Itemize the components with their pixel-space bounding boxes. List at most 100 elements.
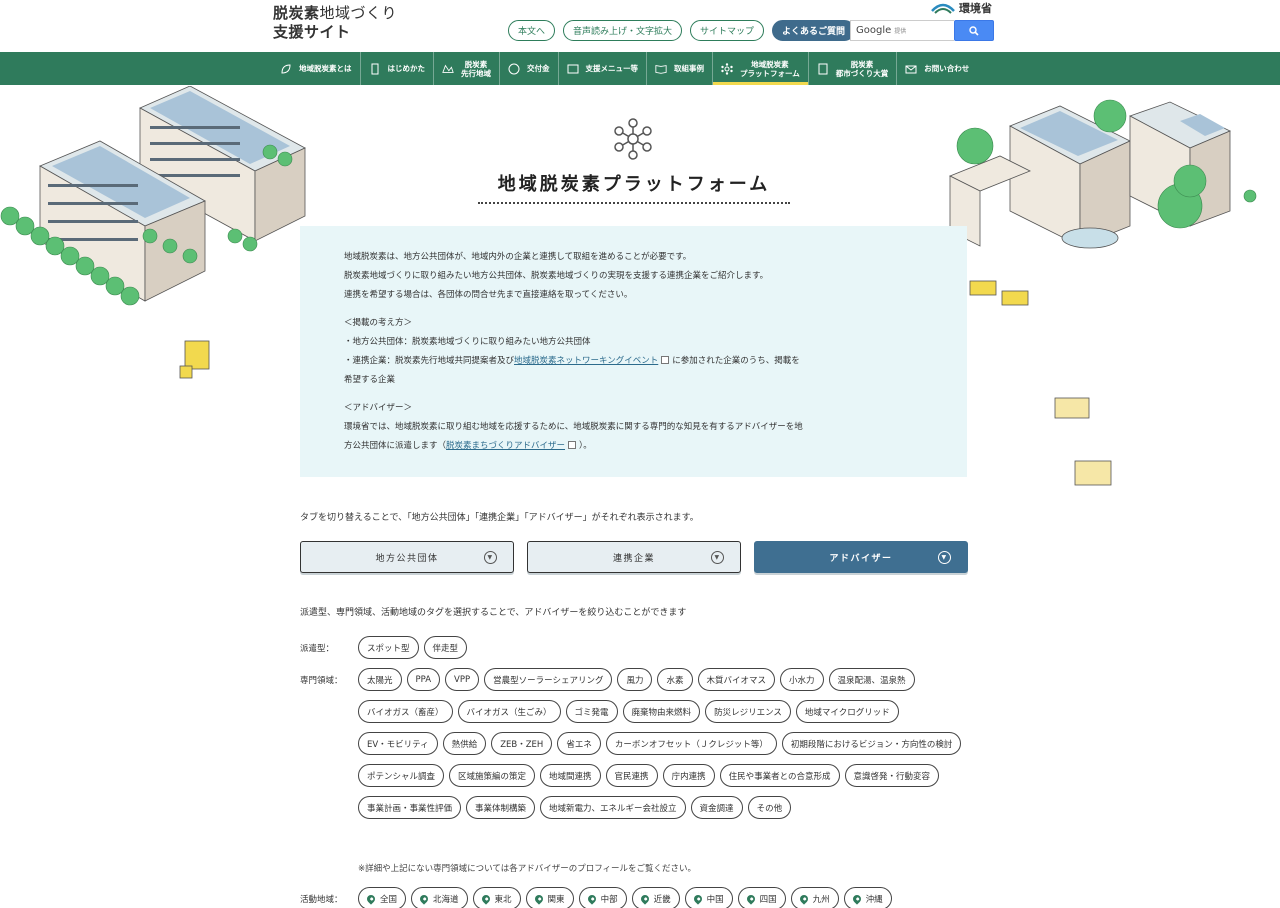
external-link-icon: [661, 356, 670, 364]
chevron-down-icon: ▼: [484, 551, 497, 564]
nav-item-5[interactable]: 取組事例: [647, 52, 713, 85]
location-pin-icon: [479, 892, 492, 905]
nav-item-8[interactable]: お問い合わせ: [897, 52, 977, 85]
advisor-link[interactable]: 脱炭素まちづくりアドバイザー: [446, 441, 565, 451]
nav-item-label: お問い合わせ: [924, 64, 970, 73]
menu-icon: [567, 63, 579, 75]
policy-partner-wrap: 希望する企業: [344, 375, 396, 385]
field-chip[interactable]: 省エネ: [557, 732, 601, 755]
nav-item-7[interactable]: 脱炭素 都市づくり大賞: [809, 52, 898, 85]
field-chip[interactable]: 小水力: [780, 668, 824, 691]
skip-to-content-button[interactable]: 本文へ: [508, 20, 556, 41]
region-chip[interactable]: 近畿: [631, 887, 680, 908]
region-chip[interactable]: 北海道: [411, 887, 468, 908]
field-chip[interactable]: バイオガス（畜産）: [358, 700, 453, 723]
nav-item-0[interactable]: 地域脱炭素とは: [272, 52, 361, 85]
field-chip[interactable]: 意識啓発・行動変容: [844, 764, 940, 787]
chevron-down-icon: ▼: [711, 551, 724, 564]
field-chip[interactable]: PPA: [406, 668, 441, 691]
accessibility-button[interactable]: 音声読み上げ・文字拡大: [563, 20, 683, 41]
location-pin-icon: [365, 892, 377, 905]
location-pin-icon: [744, 892, 757, 905]
field-chip[interactable]: 木質バイオマス: [697, 668, 776, 691]
buildings-illustration-right: [949, 99, 1257, 486]
nav-item-label: 地域脱炭素とは: [299, 64, 352, 73]
field-chip[interactable]: ZEB・ZEH: [491, 732, 553, 755]
policy-partner: ・連携企業：脱炭素先行地域共同提案者及び地域脱炭素ネットワーキングイベント に参加…: [344, 356, 800, 366]
info-box: 地域脱炭素は、地方公共団体が、地域内外の企業と連携して取組を進めることが必要です…: [300, 226, 967, 477]
field-chip[interactable]: その他: [747, 796, 792, 819]
field-chip[interactable]: 営農型ソーラーシェアリング: [484, 668, 613, 691]
book-icon: [369, 63, 381, 75]
chevron-down-icon: ▼: [938, 551, 951, 564]
field-chip[interactable]: ポテンシャル調査: [358, 764, 445, 787]
tab-bar: 地方公共団体 ▼ 連携企業 ▼ アドバイザー ▼: [300, 541, 968, 573]
field-chip[interactable]: 温泉配湯、温泉熱: [828, 668, 915, 691]
field-chip[interactable]: 区域施策編の策定: [449, 764, 536, 787]
coin-icon: [508, 63, 520, 75]
field-chip[interactable]: 庁内連携: [662, 764, 715, 787]
location-pin-icon: [691, 892, 704, 905]
field-chip[interactable]: 廃棄物由来燃料: [622, 700, 701, 723]
search-input[interactable]: Google 提供: [850, 20, 954, 41]
networking-event-link[interactable]: 地域脱炭素ネットワーキングイベント: [514, 356, 658, 366]
region-chip[interactable]: 関東: [525, 887, 574, 908]
leaf-icon: [280, 63, 292, 75]
ministry-logo[interactable]: 環境省: [930, 0, 992, 16]
region-chip[interactable]: 東北: [472, 887, 521, 908]
sitemap-button[interactable]: サイトマップ: [690, 20, 765, 41]
nav-item-3[interactable]: 交付金: [500, 52, 559, 85]
buildings-illustration-left: [0, 86, 306, 379]
field-chip[interactable]: 地域マイクログリッド: [795, 700, 899, 723]
network-icon: [721, 62, 733, 75]
region-chip[interactable]: 九州: [790, 887, 839, 908]
field-chip[interactable]: 住民や事業者との合意形成: [719, 764, 840, 787]
field-chip[interactable]: 地域新電力、エネルギー会社設立: [540, 796, 686, 819]
field-chip[interactable]: 熱供給: [442, 732, 487, 755]
nav-item-label: はじめかた: [387, 64, 426, 73]
nav-item-2[interactable]: 脱炭素 先行地域: [434, 52, 500, 85]
field-chip[interactable]: EV・モビリティ: [358, 732, 438, 755]
field-chip[interactable]: バイオガス（生ごみ）: [457, 700, 561, 723]
faq-button[interactable]: よくあるご質問: [772, 20, 856, 41]
region-chip[interactable]: 中部: [578, 887, 627, 908]
nav-item-1[interactable]: はじめかた: [361, 52, 434, 85]
dispatch-label: 派遣型：: [300, 644, 335, 654]
site-logo[interactable]: 脱炭素地域づくり 支援サイト: [273, 4, 397, 42]
field-chip[interactable]: ゴミ発電: [565, 700, 618, 723]
nav-item-6[interactable]: 地域脱炭素 プラットフォーム: [713, 52, 809, 85]
dispatch-chip[interactable]: スポット型: [358, 636, 419, 659]
field-chip[interactable]: 事業体制構築: [466, 796, 536, 819]
field-chip[interactable]: 官民連携: [605, 764, 658, 787]
dispatch-filter-row: 派遣型： スポット型 伴走型: [300, 636, 968, 659]
dispatch-chip[interactable]: 伴走型: [423, 636, 468, 659]
nav-item-4[interactable]: 支援メニュー等: [559, 52, 647, 85]
field-chip[interactable]: 地域間連携: [540, 764, 601, 787]
field-chip[interactable]: カーボンオフセット（Ｊクレジット等）: [605, 732, 777, 755]
field-chip[interactable]: 事業計画・事業性評価: [358, 796, 462, 819]
mail-icon: [905, 63, 917, 75]
field-chip[interactable]: 初期段階におけるビジョン・方向性の検討: [781, 732, 962, 755]
region-chip[interactable]: 中国: [684, 887, 733, 908]
tab-municipality[interactable]: 地方公共団体 ▼: [300, 541, 514, 573]
field-chip[interactable]: 防災レジリエンス: [705, 700, 791, 723]
tab-advisor[interactable]: アドバイザー ▼: [754, 541, 968, 573]
nav-item-label: 取組事例: [674, 64, 704, 73]
tab-partner-companies[interactable]: 連携企業 ▼: [527, 541, 741, 573]
policy-heading: ＜掲載の考え方＞: [344, 318, 413, 328]
location-pin-icon: [638, 892, 651, 905]
search-button[interactable]: [954, 20, 994, 41]
region-chip[interactable]: 四国: [737, 887, 786, 908]
region-chip[interactable]: 全国: [358, 887, 407, 908]
field-chip[interactable]: 資金調達: [690, 796, 743, 819]
field-chip[interactable]: 太陽光: [358, 668, 402, 691]
field-chip[interactable]: 水素: [657, 668, 693, 691]
nav-item-label: 交付金: [527, 64, 550, 73]
region-filter-row: 活動地域： 全国 北海道 東北 関東 中部 近畿 中国 四国 九州 沖縄: [300, 887, 968, 908]
region-chip[interactable]: 沖縄: [843, 887, 892, 908]
site-header: 脱炭素地域づくり 支援サイト 環境省 本文へ 音声読み上げ・文字拡大 サイトマッ…: [0, 0, 1280, 52]
field-chip[interactable]: 風力: [617, 668, 653, 691]
policy-municipality: ・地方公共団体：脱炭素地域づくりに取り組みたい地方公共団体: [344, 337, 591, 347]
field-chip[interactable]: VPP: [445, 668, 480, 691]
page-title: 地域脱炭素プラットフォーム: [478, 170, 790, 204]
